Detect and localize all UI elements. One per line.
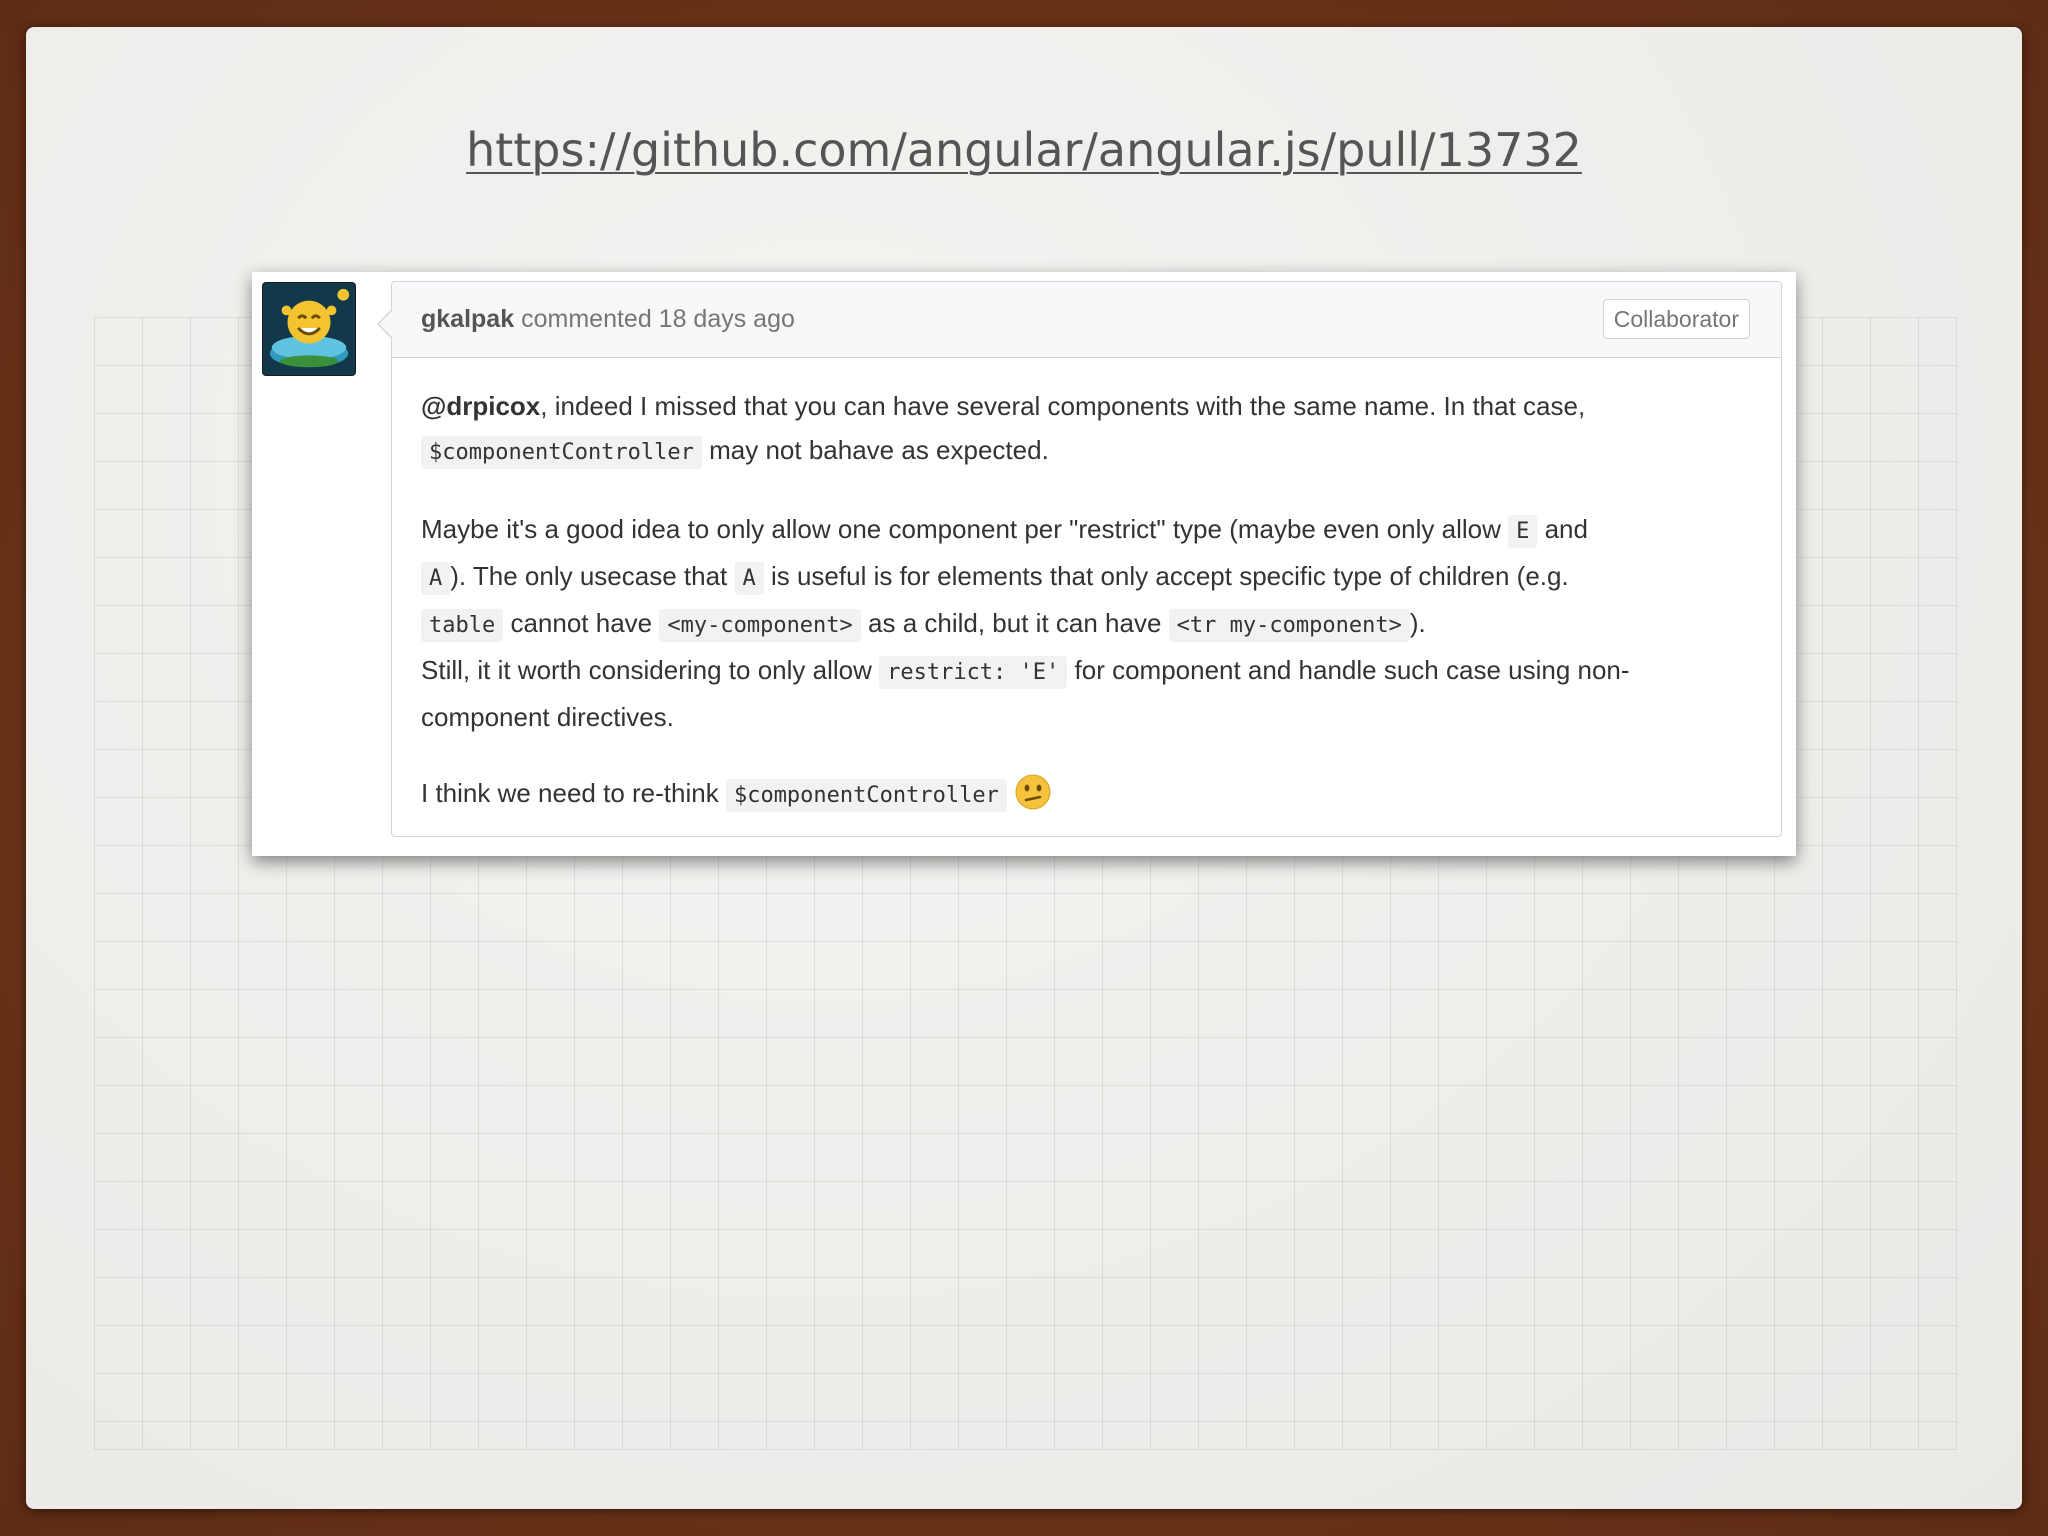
comment-author-link[interactable]: gkalpak <box>421 305 514 334</box>
text-run: may not bahave as expected. <box>701 435 1049 465</box>
inline-code: $componentController <box>725 779 1007 812</box>
comment-body: @drpicox, indeed I missed that you can h… <box>392 358 1781 818</box>
text-run: cannot have <box>503 608 660 638</box>
inline-code: table <box>421 609 504 642</box>
inline-code: A <box>421 562 451 595</box>
user-mention-link[interactable]: @drpicox <box>421 391 540 421</box>
comment-paragraph: Maybe it's a good idea to only allow one… <box>421 507 1752 739</box>
text-run: is useful is for elements that only acce… <box>763 561 1569 591</box>
avatar-ufo-smiley-icon <box>263 283 355 375</box>
text-run: as a child, but it can have <box>860 608 1169 638</box>
inline-code: $componentController <box>421 436 702 469</box>
confused-face-icon <box>1015 774 1051 810</box>
slide: https://github.com/angular/angular.js/pu… <box>26 27 2022 1509</box>
avatar[interactable] <box>262 282 356 376</box>
collaborator-badge: Collaborator <box>1602 299 1750 339</box>
inline-code: E <box>1508 515 1538 548</box>
comment-timestamp[interactable]: commented 18 days ago <box>521 305 795 334</box>
inline-code: restrict: 'E' <box>879 656 1068 689</box>
text-run: Maybe it's a good idea to only allow one… <box>421 514 1509 544</box>
text-run: Still, it it worth considering to only a… <box>421 655 880 685</box>
text-run: and <box>1537 514 1588 544</box>
text-run: , indeed I missed that you can have seve… <box>540 391 1586 421</box>
comment-header: gkalpak commented 18 days ago Collaborat… <box>392 282 1781 358</box>
inline-code: A <box>734 562 764 595</box>
text-run: I think we need to re-think <box>421 778 726 808</box>
comment-paragraph: I think we need to re-think $componentCo… <box>421 771 1752 818</box>
comment-paragraph: @drpicox, indeed I missed that you can h… <box>421 384 1752 475</box>
text-run: ). The only usecase that <box>450 561 735 591</box>
inline-code: <my-component> <box>659 609 861 642</box>
comment-screenshot: gkalpak commented 18 days ago Collaborat… <box>252 272 1796 856</box>
pull-request-link[interactable]: https://github.com/angular/angular.js/pu… <box>26 123 2022 177</box>
comment-box: gkalpak commented 18 days ago Collaborat… <box>377 281 1782 837</box>
inline-code: <tr my-component> <box>1168 609 1410 642</box>
text-run: ). <box>1409 608 1426 638</box>
